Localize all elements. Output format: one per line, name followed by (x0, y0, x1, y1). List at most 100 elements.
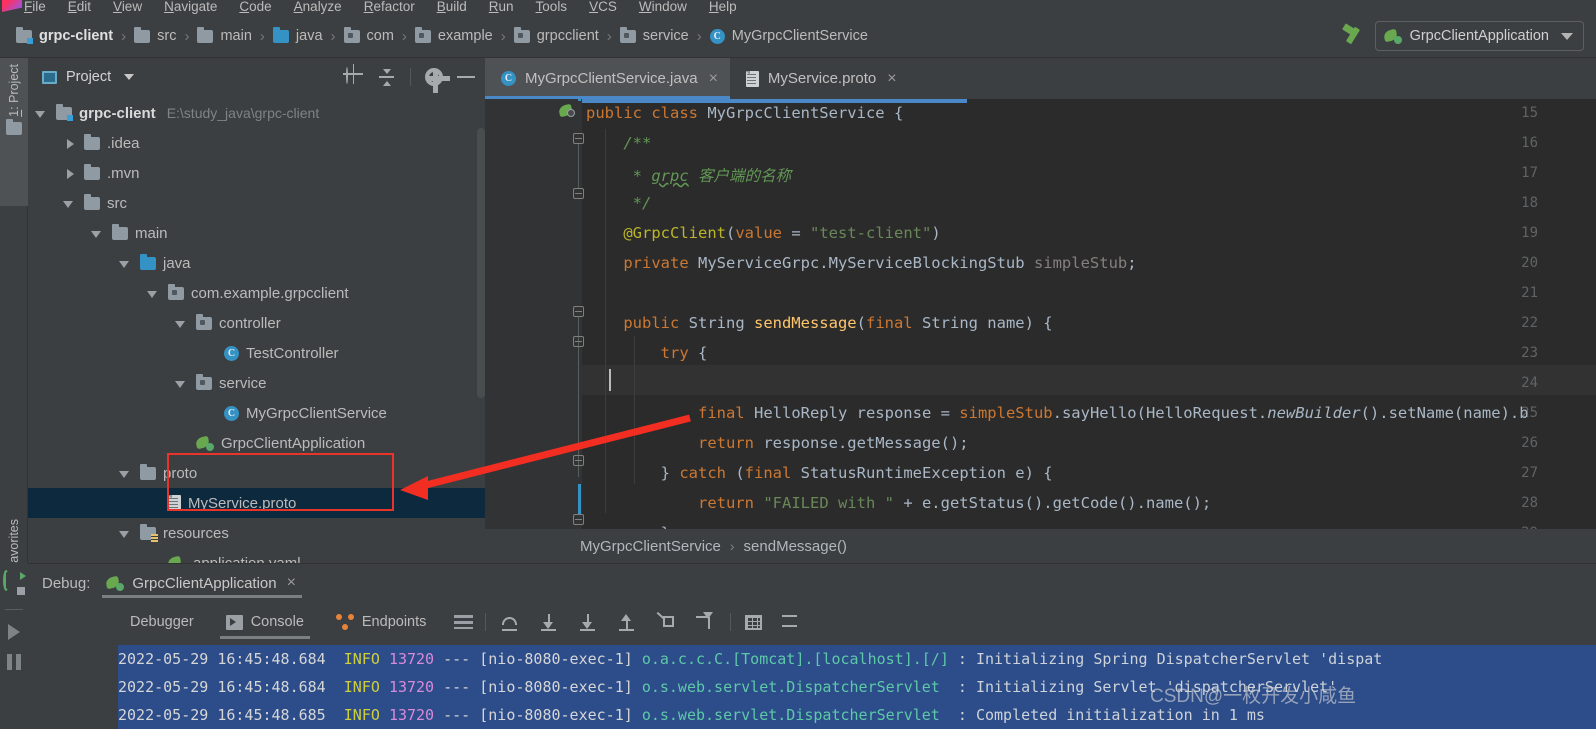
breadcrumb-separator: › (606, 27, 612, 45)
step-out-icon[interactable] (615, 611, 638, 633)
project-tree-scrollbar[interactable] (477, 128, 485, 398)
tab-debugger[interactable]: Debugger (114, 602, 210, 642)
tree-node-grpc-client[interactable]: grpc-client E:\study_java\grpc-client (28, 98, 485, 128)
source-folder-icon (140, 253, 156, 270)
menu-item-file[interactable]: File (24, 0, 46, 14)
collapse-all-icon[interactable] (377, 68, 396, 87)
tab-endpoints[interactable]: Endpoints (320, 602, 443, 642)
tree-node-grpcclientapplication[interactable]: GrpcClientApplication (28, 428, 485, 458)
debug-session-tab[interactable]: GrpcClientApplication × (102, 564, 302, 602)
hide-icon[interactable] (457, 76, 475, 78)
force-step-into-icon[interactable] (576, 611, 599, 633)
fold-region-end-icon[interactable] (573, 514, 584, 525)
menu-item-view[interactable]: View (113, 0, 142, 14)
build-hammer-icon[interactable] (1341, 24, 1365, 48)
menu-item-analyze[interactable]: Analyze (294, 0, 342, 14)
settings-lines-icon[interactable] (778, 615, 798, 629)
locate-icon[interactable] (344, 66, 363, 87)
menu-item-vcs[interactable]: VCS (589, 0, 617, 14)
class-icon: C (224, 345, 239, 361)
watermark: CSDN@一枚开发小咸鱼 (1150, 686, 1357, 707)
breadcrumb-grpc-client[interactable]: grpc-client (14, 26, 115, 46)
tree-node-main[interactable]: main (28, 218, 485, 248)
project-tree: grpc-client E:\study_java\grpc-client .ide… (28, 96, 485, 578)
console-icon (225, 614, 243, 630)
breadcrumb-example[interactable]: example (413, 26, 495, 46)
code-line: public String sendMessage(final String n… (623, 314, 1053, 332)
fold-region-start-icon[interactable] (573, 306, 584, 317)
menu-item-tools[interactable]: Tools (536, 0, 568, 14)
tree-node-resources[interactable]: resources (28, 518, 485, 548)
evaluate-grid-icon[interactable] (745, 614, 763, 630)
spring-bean-gutter-icon[interactable] (557, 103, 575, 119)
breadcrumb-grpcclient[interactable]: grpcclient (512, 26, 601, 46)
pause-program-icon[interactable] (7, 654, 21, 670)
code-line: @GrpcClient(value = "test-client") (623, 224, 941, 242)
tab-console[interactable]: Console (210, 602, 320, 642)
tree-node-label: TestController (246, 344, 339, 362)
chevron-down-icon[interactable] (1561, 32, 1573, 40)
fold-region-end-icon[interactable] (573, 455, 584, 466)
tree-node-com-example-grpcclient[interactable]: com.example.grpcclient (28, 278, 485, 308)
close-icon[interactable]: × (709, 70, 718, 87)
menu-item-refactor[interactable]: Refactor (364, 0, 415, 14)
breadcrumb-method[interactable]: sendMessage() (744, 538, 847, 555)
indent-guide (634, 336, 635, 484)
rerun-icon[interactable] (3, 570, 26, 595)
tree-node-myservice-proto[interactable]: MyService.proto (28, 488, 485, 518)
menu-item-window[interactable]: Window (639, 0, 687, 14)
menu-item-run[interactable]: Run (489, 0, 514, 14)
tree-node--mvn[interactable]: .mvn (28, 158, 485, 188)
run-to-cursor-icon[interactable] (693, 611, 716, 633)
tree-node-proto[interactable]: proto (28, 458, 485, 488)
editor-tab-bar: C MyGrpcClientService.java × MyService.prot… (485, 58, 1596, 99)
editor-tab-mygrpcclientservice-java[interactable]: C MyGrpcClientService.java × (485, 58, 730, 99)
step-over-icon[interactable] (498, 611, 521, 633)
tree-node--idea[interactable]: .idea (28, 128, 485, 158)
sidebar-item-project[interactable]: 1: Project (0, 58, 28, 206)
code-line: public class MyGrpcClientService { (586, 104, 904, 122)
editor-gutter[interactable] (485, 99, 582, 529)
settings-gear-icon[interactable] (425, 68, 450, 93)
menu-item-edit[interactable]: Edit (68, 0, 91, 14)
step-into-icon[interactable] (537, 611, 560, 633)
breadcrumb-separator: › (259, 27, 265, 45)
proto-file-icon (745, 70, 759, 87)
menu-item-build[interactable]: Build (437, 0, 467, 14)
breadcrumb-src[interactable]: src (132, 26, 178, 46)
close-icon[interactable]: × (887, 70, 896, 87)
breadcrumb-service[interactable]: service (618, 26, 691, 46)
tree-node-controller[interactable]: controller (28, 308, 485, 338)
project-view-dropdown-icon[interactable] (124, 74, 135, 80)
breadcrumb-separator: › (184, 27, 190, 45)
editor-tab-myservice-proto[interactable]: MyService.proto × (730, 58, 909, 99)
breadcrumb-main[interactable]: main (195, 26, 253, 46)
breadcrumb-class[interactable]: MyGrpcClientService (580, 538, 721, 555)
menu-item-code[interactable]: Code (239, 0, 271, 14)
breadcrumb-java[interactable]: java (271, 26, 325, 46)
tree-node-java[interactable]: java (28, 248, 485, 278)
breadcrumb-com[interactable]: com (342, 26, 396, 46)
toolbar-divider (485, 613, 487, 631)
tree-node-src[interactable]: src (28, 188, 485, 218)
code-line: final HelloReply response = simpleStub.s… (697, 404, 1529, 422)
fold-region-start-icon[interactable] (573, 133, 584, 144)
tree-node-mygrpcclientservice[interactable]: C MyGrpcClientService (28, 398, 485, 428)
menu-item-help[interactable]: Help (709, 0, 737, 14)
soft-wrap-icon[interactable] (454, 615, 474, 629)
code-line: return "FAILED with " + e.getStatus().ge… (697, 494, 1212, 512)
resume-program-icon[interactable] (8, 624, 20, 640)
project-window-icon (42, 70, 57, 84)
run-configuration-selector[interactable]: GrpcClientApplication (1374, 21, 1584, 51)
close-icon[interactable]: × (287, 575, 296, 591)
fold-region-end-icon[interactable] (573, 188, 584, 199)
drop-frame-icon[interactable] (654, 611, 677, 633)
menu-item-navigate[interactable]: Navigate (164, 0, 217, 14)
tree-node-testcontroller[interactable]: C TestController (28, 338, 485, 368)
tree-node-service[interactable]: service (28, 368, 485, 398)
breadcrumb-mygrpcclientservice[interactable]: C MyGrpcClientService (708, 26, 870, 46)
code-area[interactable]: 151617181920212223242526272829 public cl… (485, 99, 1596, 529)
debug-toolbar: Debugger Console Endpoints (28, 602, 1596, 642)
fold-region-start-icon[interactable] (573, 336, 584, 347)
console-output[interactable]: 2022-05-29 16:45:48.684 INFO 13720 --- [… (118, 645, 1596, 729)
